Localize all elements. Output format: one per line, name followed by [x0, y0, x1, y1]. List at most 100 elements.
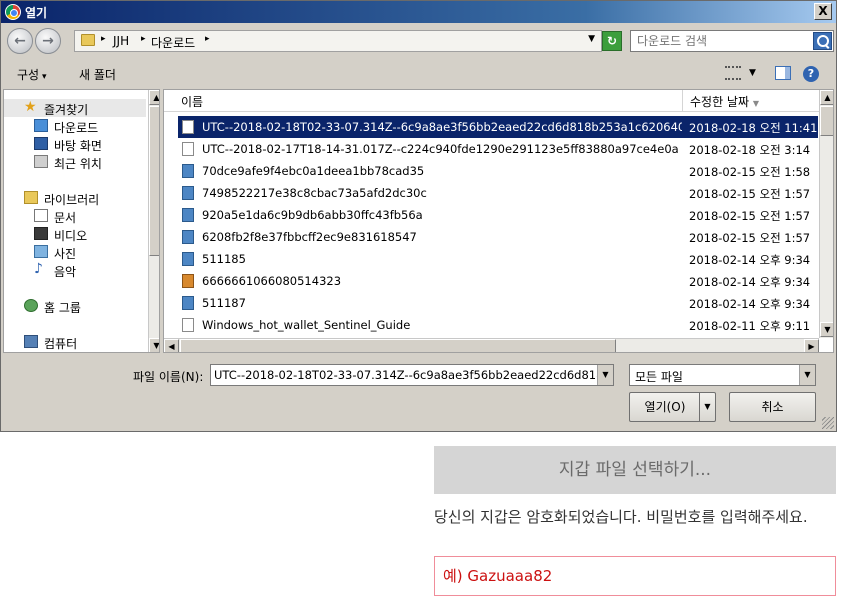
file-row[interactable]: Windows_hot_wallet_Sentinel_Guide 2018-02…: [178, 314, 818, 336]
navigation-row: ← → ▸ JJH ▸ 다운로드 ▸ ▼ ↻: [1, 23, 836, 59]
scroll-thumb[interactable]: [820, 106, 833, 136]
image-file-icon: [182, 230, 194, 244]
library-icon: [24, 191, 38, 204]
nav-item-favorites[interactable]: ★ 즐겨찾기: [4, 99, 146, 117]
file-row[interactable]: 920a5e1da6c9b9db6abb30ffc43fb56a 2018-02-…: [178, 204, 818, 226]
nav-item-downloads[interactable]: 다운로드: [4, 117, 146, 135]
password-input[interactable]: [435, 557, 833, 595]
toolbar: 구성 새 폴더 ▼ ?: [1, 61, 836, 87]
filename-field[interactable]: ▼: [210, 364, 614, 386]
text-file-icon: [182, 318, 194, 332]
dialog-title: 열기: [25, 6, 48, 20]
image-file-icon: [182, 252, 194, 266]
scroll-thumb[interactable]: [149, 106, 159, 256]
open-split-arrow-icon[interactable]: ▼: [699, 393, 715, 421]
address-bar[interactable]: ▸ JJH ▸ 다운로드 ▸ ▼: [74, 30, 602, 52]
breadcrumb-separator-icon[interactable]: ▸: [101, 34, 106, 44]
file-row[interactable]: 511187 2018-02-14 오후 9:34: [178, 292, 818, 314]
column-header-name[interactable]: 이름: [181, 93, 203, 110]
file-modified-date: 2018-02-14 오후 9:34: [689, 253, 811, 267]
file-name: Windows_hot_wallet_Sentinel_Guide: [202, 318, 411, 332]
nav-item-libraries[interactable]: 라이브러리: [4, 189, 146, 207]
nav-item-pictures[interactable]: 사진: [4, 243, 146, 261]
address-dropdown-icon[interactable]: ▼: [588, 34, 595, 44]
search-input[interactable]: [631, 31, 811, 51]
file-row[interactable]: 6666661066080514323 2018-02-14 오후 9:34: [178, 270, 818, 292]
refresh-icon[interactable]: ↻: [602, 31, 622, 51]
scroll-left-icon[interactable]: ◀: [164, 339, 179, 352]
filter-dropdown-icon[interactable]: ▼: [799, 365, 815, 385]
breadcrumb-jjh[interactable]: JJH: [113, 34, 129, 48]
scroll-down-icon[interactable]: ▼: [820, 322, 833, 337]
open-button-label: 열기(O): [644, 400, 686, 414]
file-row[interactable]: 6208fb2f8e37fbbcff2ec9e831618547 2018-02-…: [178, 226, 818, 248]
nav-item-recent[interactable]: 최근 위치: [4, 153, 146, 171]
open-button[interactable]: 열기(O) ▼: [629, 392, 716, 422]
file-list-hscrollbar[interactable]: ◀ ▶: [164, 338, 819, 352]
nav-item-label: 최근 위치: [54, 157, 102, 171]
desktop-icon: [34, 137, 48, 150]
file-row[interactable]: UTC--2018-02-17T18-14-31.017Z--c224c940f…: [178, 138, 818, 160]
nav-item-label: 컴퓨터: [44, 337, 78, 351]
file-modified-date: 2018-02-14 오후 9:34: [689, 275, 811, 289]
file-row[interactable]: 70dce9afe9f4ebc0a1deea1bb78cad35 2018-02-…: [178, 160, 818, 182]
filename-dropdown-icon[interactable]: ▼: [597, 365, 613, 385]
nav-item-documents[interactable]: 문서: [4, 207, 146, 225]
preview-pane-icon[interactable]: [775, 66, 791, 80]
nav-item-music[interactable]: ♪ 음악: [4, 261, 146, 279]
scroll-thumb[interactable]: [180, 339, 616, 352]
file-row[interactable]: 511185 2018-02-14 오후 9:34: [178, 248, 818, 270]
forward-button[interactable]: →: [35, 28, 61, 54]
file-row[interactable]: 7498522217e38c8cbac73a5afd2dc30c 2018-02-…: [178, 182, 818, 204]
file-modified-date: 2018-02-11 오후 9:11: [689, 319, 811, 333]
select-wallet-file-button[interactable]: 지갑 파일 선택하기...: [434, 446, 836, 494]
views-icon[interactable]: [725, 66, 741, 80]
filename-input[interactable]: [211, 365, 597, 385]
file-modified-date: 2018-02-18 오전 11:41: [689, 121, 818, 135]
blank-file-icon: [182, 120, 194, 134]
chrome-icon: [5, 4, 21, 20]
nav-item-computer[interactable]: 컴퓨터: [4, 333, 146, 351]
file-modified-date: 2018-02-14 오후 9:34: [689, 297, 811, 311]
column-divider[interactable]: [682, 90, 683, 112]
password-field[interactable]: [434, 556, 836, 596]
nav-item-homegroup[interactable]: 홈 그룹: [4, 297, 146, 315]
computer-icon: [24, 335, 38, 348]
views-dropdown-icon[interactable]: ▼: [749, 68, 765, 82]
sort-arrow-icon: ▼: [752, 99, 759, 108]
file-type-filter[interactable]: 모든 파일 ▼: [629, 364, 816, 386]
organize-button[interactable]: 구성: [17, 66, 46, 83]
blank-file-icon: [182, 142, 194, 156]
new-folder-button[interactable]: 새 폴더: [79, 66, 116, 83]
back-button[interactable]: ←: [7, 28, 33, 54]
nav-item-desktop[interactable]: 바탕 화면: [4, 135, 146, 153]
file-name: UTC--2018-02-17T18-14-31.017Z--c224c940f…: [202, 142, 679, 156]
file-name: 6666661066080514323: [202, 274, 342, 288]
scroll-up-icon[interactable]: ▲: [820, 90, 833, 105]
resize-grip-icon[interactable]: [822, 417, 834, 429]
cancel-button[interactable]: 취소: [729, 392, 816, 422]
file-list-vscrollbar[interactable]: ▲ ▼: [819, 90, 833, 338]
column-header-row: 이름 수정한 날짜 ▼: [164, 90, 819, 112]
search-box[interactable]: [630, 30, 834, 52]
orange-file-icon: [182, 274, 194, 288]
file-name: 70dce9afe9f4ebc0a1deea1bb78cad35: [202, 164, 425, 178]
file-row[interactable]: UTC--2018-02-18T02-33-07.314Z--6c9a8ae3f…: [178, 116, 818, 138]
pictures-icon: [34, 245, 48, 258]
close-button[interactable]: X: [814, 3, 832, 20]
breadcrumb-separator-icon[interactable]: ▸: [141, 34, 146, 44]
scroll-up-icon[interactable]: ▲: [149, 90, 159, 105]
scroll-right-icon[interactable]: ▶: [804, 339, 819, 352]
file-modified-date: 2018-02-15 오전 1:58: [689, 165, 811, 179]
breadcrumb-separator-icon[interactable]: ▸: [205, 34, 210, 44]
search-icon[interactable]: [813, 32, 832, 50]
image-file-icon: [182, 296, 194, 310]
nav-item-videos[interactable]: 비디오: [4, 225, 146, 243]
help-icon[interactable]: ?: [803, 66, 819, 82]
nav-scrollbar[interactable]: ▲ ▼: [148, 90, 159, 352]
file-name: 920a5e1da6c9b9db6abb30ffc43fb56a: [202, 208, 423, 222]
homegroup-icon: [24, 299, 38, 312]
scroll-down-icon[interactable]: ▼: [149, 338, 159, 352]
breadcrumb-downloads[interactable]: 다운로드: [151, 34, 195, 51]
column-header-modified[interactable]: 수정한 날짜 ▼: [690, 93, 759, 110]
